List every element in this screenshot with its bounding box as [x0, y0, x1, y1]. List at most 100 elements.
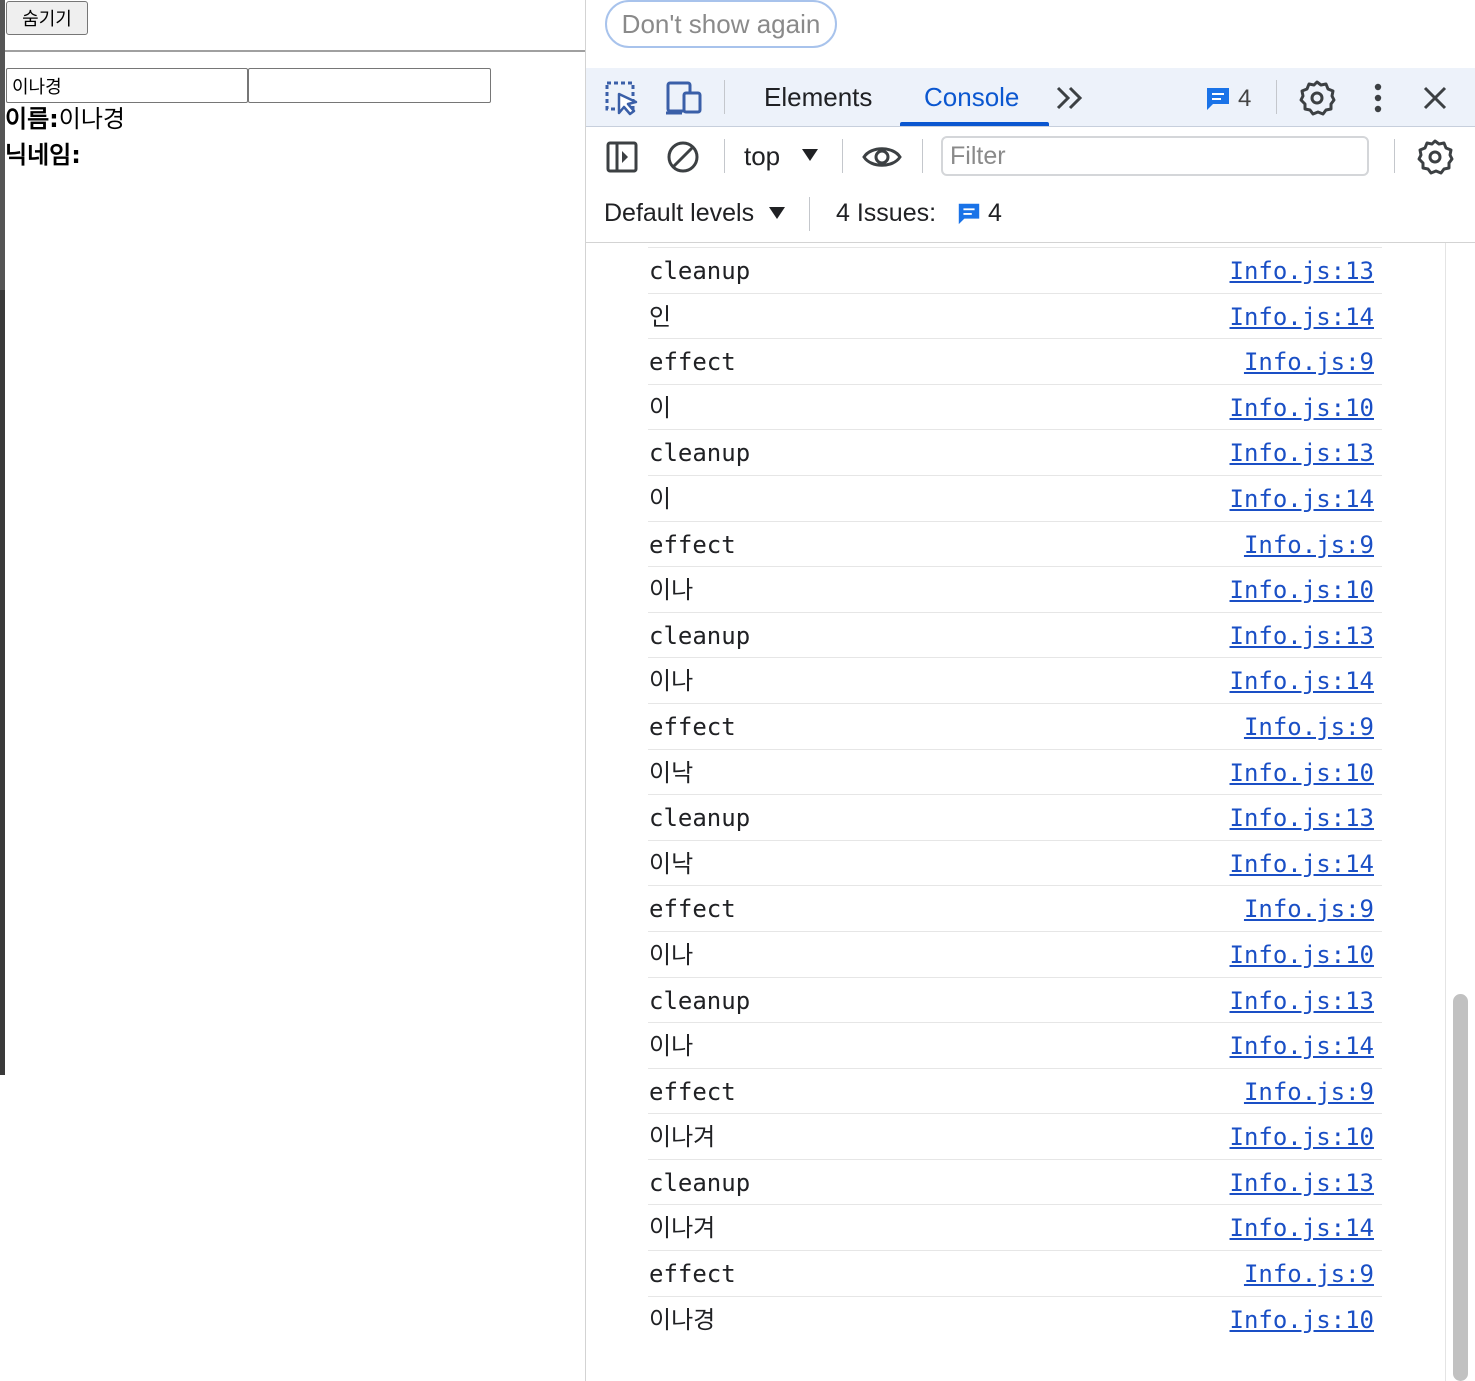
source-link[interactable]: Info.js:14: [1230, 1023, 1375, 1069]
console-message-text: 이나겨: [649, 1214, 716, 1243]
source-link[interactable]: Info.js:14: [1230, 658, 1375, 704]
console-message-text: cleanup: [649, 621, 751, 650]
source-link[interactable]: Info.js:13: [1230, 1160, 1375, 1206]
console-message-row: effect Info.js:9: [648, 1250, 1382, 1296]
console-log-area: cleanup Info.js:13 인 Info.js:14 effect Info.j…: [586, 243, 1475, 1381]
console-message-row: 이나 Info.js:10: [648, 566, 1382, 612]
source-link[interactable]: Info.js:9: [1244, 522, 1374, 568]
console-message-text: cleanup: [649, 804, 751, 833]
more-tabs-chevron-icon[interactable]: [1050, 78, 1090, 118]
console-message-text: 이나겨: [649, 1123, 716, 1152]
toolbar-separator: [1276, 80, 1277, 114]
console-message-text: cleanup: [649, 257, 751, 285]
console-message-row: effect Info.js:9: [648, 1067, 1382, 1115]
console-message-row: cleanup Info.js:13: [648, 976, 1382, 1024]
device-toolbar-icon[interactable]: [664, 78, 704, 118]
context-dropdown-arrow-icon[interactable]: [802, 149, 818, 161]
nickname-label: 닉네임:: [5, 141, 81, 169]
source-link[interactable]: Info.js:10: [1230, 750, 1375, 796]
source-link[interactable]: Info.js:10: [1230, 932, 1375, 978]
source-link[interactable]: Info.js:9: [1244, 339, 1374, 385]
live-expression-eye-icon[interactable]: [862, 137, 902, 177]
console-message-text: 인: [649, 302, 672, 331]
console-message-row: cleanup Info.js:13: [648, 794, 1382, 840]
source-link[interactable]: Info.js:9: [1244, 1069, 1374, 1115]
console-message-row: 이낙 Info.js:10: [648, 748, 1382, 796]
issues-message-icon[interactable]: [956, 200, 982, 230]
name-input[interactable]: [6, 68, 248, 103]
issues-label[interactable]: 4 Issues:: [836, 185, 936, 241]
clear-console-icon[interactable]: [663, 137, 703, 177]
source-link[interactable]: Info.js:10: [1230, 385, 1375, 431]
source-link[interactable]: Info.js:13: [1230, 613, 1375, 659]
source-link[interactable]: Info.js:10: [1230, 1297, 1375, 1343]
name-value: 이나경: [58, 105, 126, 133]
default-levels-dropdown[interactable]: Default levels: [604, 185, 754, 241]
console-message-text: 이나: [649, 1032, 694, 1061]
active-tab-indicator: [900, 122, 1049, 126]
source-link[interactable]: Info.js:10: [1230, 1114, 1375, 1160]
console-message-row: 이 Info.js:10: [648, 383, 1382, 431]
console-message-text: effect: [649, 895, 736, 924]
source-link[interactable]: Info.js:13: [1230, 248, 1375, 294]
source-link[interactable]: Info.js:9: [1244, 704, 1374, 750]
console-message-text: effect: [649, 348, 736, 377]
issues-badge-count[interactable]: 4: [1238, 68, 1251, 130]
source-link[interactable]: Info.js:9: [1244, 1251, 1374, 1297]
console-message-row: effect Info.js:9: [648, 885, 1382, 931]
issues-count[interactable]: 4: [988, 185, 1002, 241]
console-message-text: effect: [649, 712, 736, 741]
issues-message-icon[interactable]: [1198, 78, 1238, 118]
dont-show-again-button[interactable]: Don't show again: [605, 0, 837, 48]
source-link[interactable]: Info.js:14: [1230, 476, 1375, 522]
tab-console[interactable]: Console: [924, 68, 1019, 126]
source-link[interactable]: Info.js:10: [1230, 567, 1375, 613]
web-page: 숨기기 이름:이나경 닉네임:: [5, 0, 585, 1381]
tab-elements[interactable]: Elements: [764, 68, 872, 126]
sidebar-toggle-icon[interactable]: [602, 137, 642, 177]
toolbar-separator: [809, 197, 810, 231]
console-message-text: effect: [649, 530, 736, 559]
console-message-row: 이 Info.js:14: [648, 474, 1382, 522]
console-message-row: cleanup Info.js:13: [648, 1158, 1382, 1206]
context-selector[interactable]: top: [744, 127, 780, 185]
console-settings-gear-icon[interactable]: [1415, 137, 1455, 177]
console-message-row: cleanup Info.js:13: [648, 247, 1382, 293]
source-link[interactable]: Info.js:13: [1230, 795, 1375, 841]
settings-gear-icon[interactable]: [1297, 78, 1337, 118]
source-link[interactable]: Info.js:14: [1230, 841, 1375, 887]
console-message-text: 이나: [649, 576, 694, 605]
inspect-element-icon[interactable]: [602, 78, 642, 118]
name-display: 이름:이나경: [5, 104, 125, 134]
levels-dropdown-arrow-icon[interactable]: [769, 207, 785, 219]
console-message-row: cleanup Info.js:13: [648, 429, 1382, 475]
console-message-text: 이낙: [649, 849, 694, 878]
more-options-icon[interactable]: [1358, 78, 1398, 118]
console-message-row: 인 Info.js:14: [648, 292, 1382, 340]
toolbar-separator: [724, 139, 725, 173]
console-message-text: 이나경: [649, 1305, 716, 1334]
toolbar-separator: [1394, 139, 1395, 173]
source-link[interactable]: Info.js:13: [1230, 978, 1375, 1024]
hide-button[interactable]: 숨기기: [6, 1, 88, 35]
filter-input[interactable]: [941, 136, 1369, 176]
console-messages: cleanup Info.js:13 인 Info.js:14 effect Info.j…: [648, 247, 1382, 1341]
console-message-row: effect Info.js:9: [648, 520, 1382, 568]
scrollbar-thumb[interactable]: [1453, 994, 1468, 1381]
close-icon[interactable]: [1415, 78, 1455, 118]
nickname-input[interactable]: [248, 68, 491, 103]
console-message-row: effect Info.js:9: [648, 702, 1382, 750]
console-message-row: 이나겨 Info.js:14: [648, 1204, 1382, 1250]
source-link[interactable]: Info.js:14: [1230, 1205, 1375, 1251]
source-link[interactable]: Info.js:14: [1230, 294, 1375, 340]
source-link[interactable]: Info.js:9: [1244, 886, 1374, 932]
console-message-text: cleanup: [649, 439, 751, 468]
source-link[interactable]: Info.js:13: [1230, 430, 1375, 476]
console-levels-bar: Default levels 4 Issues: 4: [586, 185, 1475, 243]
toolbar-separator: [842, 139, 843, 173]
console-message-row: 이나 Info.js:10: [648, 930, 1382, 978]
console-toolbar: top: [586, 127, 1475, 185]
console-message-row: 이나경 Info.js:10: [648, 1295, 1382, 1343]
console-message-row: 이나 Info.js:14: [648, 657, 1382, 703]
toolbar-separator: [724, 80, 725, 114]
